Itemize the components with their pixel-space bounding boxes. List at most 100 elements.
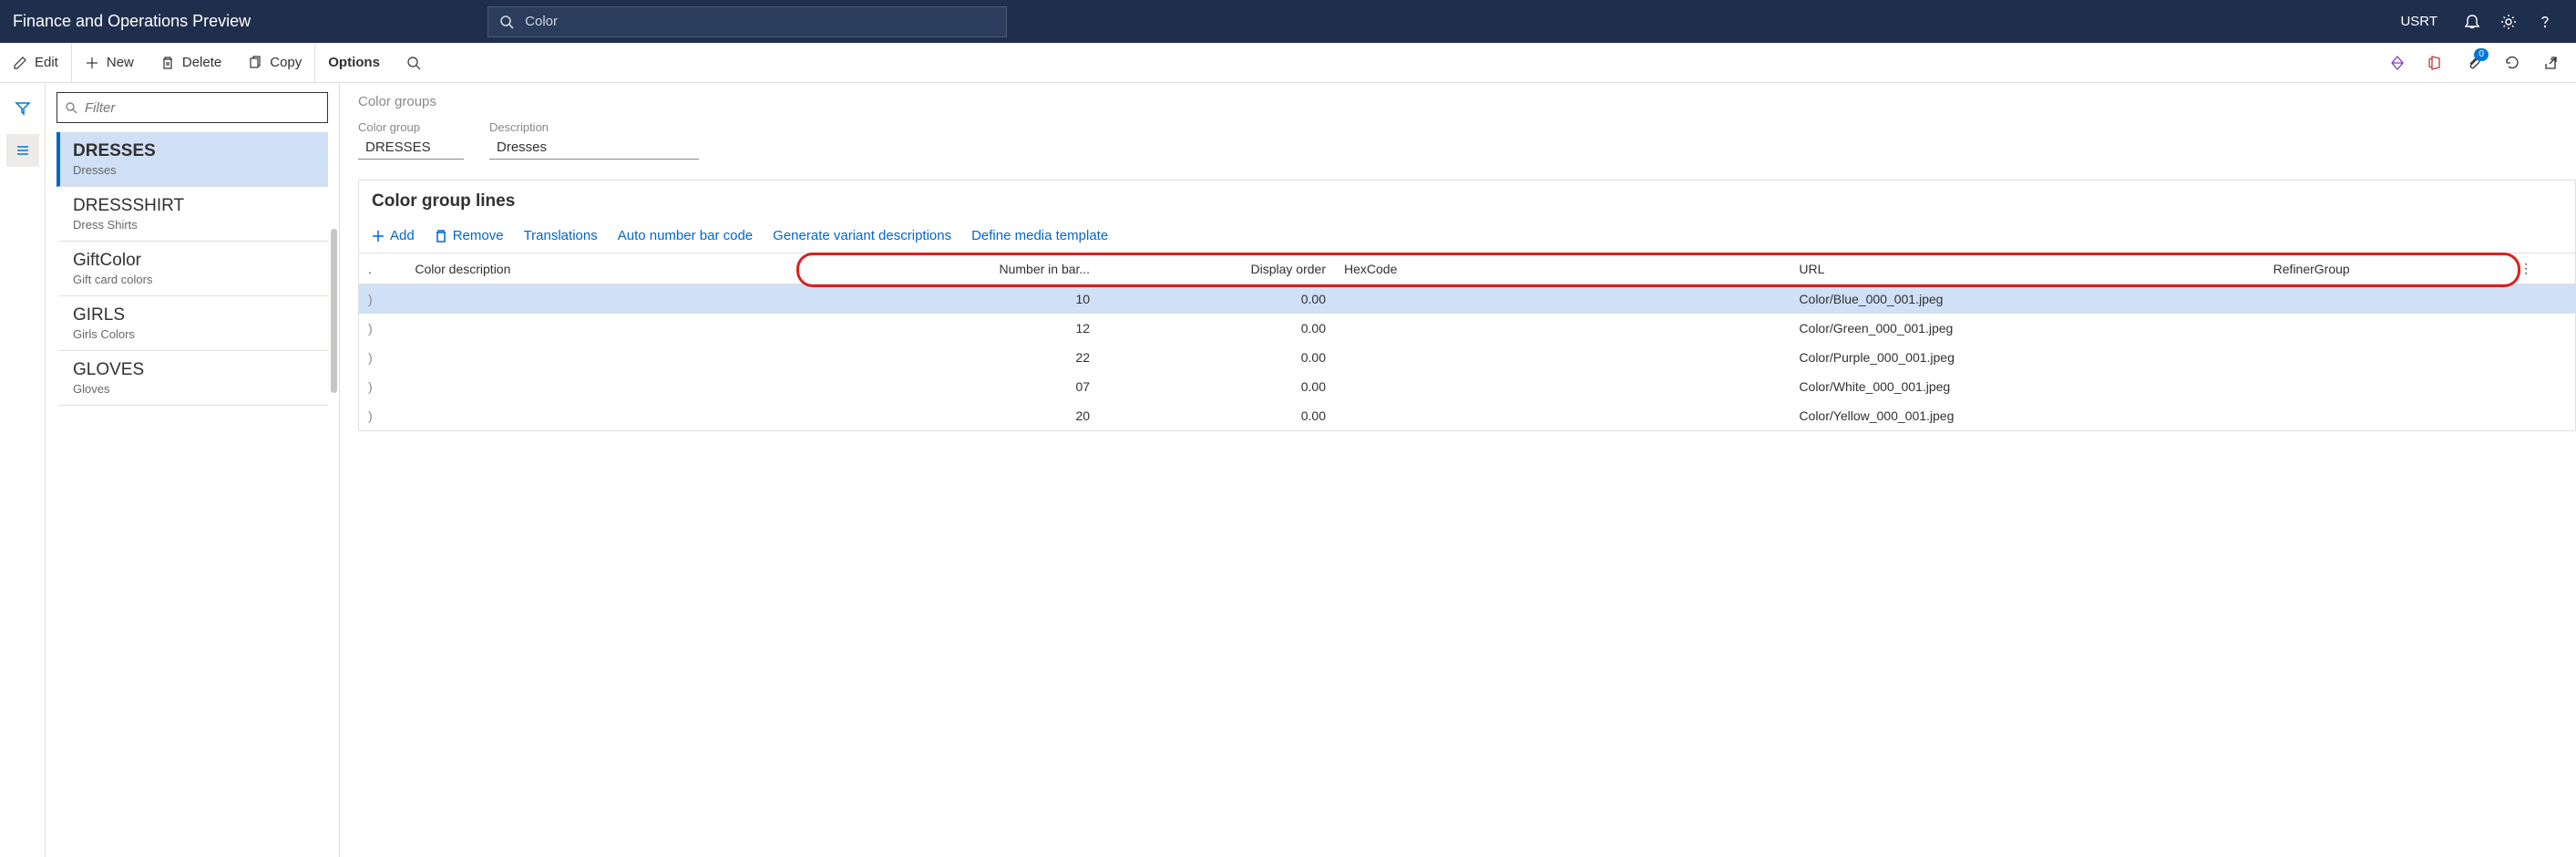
action-bar: Edit New Delete Copy Options 0 [0, 43, 2576, 83]
popout-button[interactable] [2540, 52, 2561, 74]
options-label: Options [328, 55, 380, 70]
cell-url[interactable]: Color/Blue_000_001.jpeg [1790, 284, 2263, 315]
color-group-field: Color group DRESSES [358, 120, 464, 160]
settings-button[interactable] [2490, 4, 2527, 40]
cell-number-in-bar[interactable]: 20 [880, 401, 1127, 430]
col-number-in-bar[interactable]: Number in bar... [880, 253, 1127, 284]
table-row[interactable]: )220.00Color/Purple_000_001.jpeg [359, 343, 2575, 372]
translations-label: Translations [524, 228, 598, 243]
attachments-button[interactable]: 0 [2463, 52, 2485, 74]
cell-color-desc[interactable] [405, 314, 879, 343]
global-search[interactable]: Color [487, 6, 1007, 37]
cell-url[interactable]: Color/Purple_000_001.jpeg [1790, 343, 2263, 372]
table-row[interactable]: )100.00Color/Blue_000_001.jpeg [359, 284, 2575, 315]
cell-refiner[interactable] [2264, 314, 2511, 343]
filter-input-wrap[interactable] [56, 92, 328, 123]
list-item[interactable]: GiftColorGift card colors [56, 242, 328, 296]
gear-icon [2500, 14, 2517, 30]
cell-hexcode[interactable] [1335, 401, 1790, 430]
copy-icon [248, 56, 262, 70]
cell-hexcode[interactable] [1335, 284, 1790, 315]
help-icon [2537, 14, 2553, 30]
cell-color-desc[interactable] [405, 343, 879, 372]
list-item-subtitle: Girls Colors [73, 327, 315, 341]
table-row[interactable]: ) 070.00 Color/White_000_001.jpeg [359, 372, 2575, 401]
cell-display-order[interactable]: 0.00 [1126, 314, 1335, 343]
cell-refiner[interactable] [2264, 284, 2511, 315]
col-url[interactable]: URL [1790, 253, 2263, 284]
cell-hexcode[interactable] [1335, 372, 1790, 401]
refresh-icon [2504, 55, 2520, 71]
list-item[interactable]: GIRLSGirls Colors [56, 296, 328, 351]
cell-number-in-bar[interactable]: 22 [880, 343, 1127, 372]
description-value[interactable]: Dresses [489, 136, 699, 160]
plus-icon [85, 56, 99, 70]
cell-color-desc[interactable] [405, 372, 879, 401]
filter-pane-button[interactable] [6, 92, 39, 125]
auto-number-button[interactable]: Auto number bar code [618, 228, 753, 243]
content-area: Color groups Color group DRESSES Descrip… [340, 83, 2576, 857]
add-line-button[interactable]: Add [372, 228, 415, 243]
cell-more [2510, 372, 2575, 401]
list-item[interactable]: DRESSSHIRTDress Shirts [56, 187, 328, 242]
list-item-title: DRESSES [73, 141, 315, 161]
delete-label: Delete [182, 55, 221, 70]
auto-number-label: Auto number bar code [618, 228, 753, 243]
refresh-button[interactable] [2501, 52, 2523, 74]
cell-color-desc[interactable] [405, 401, 879, 430]
list-item[interactable]: GLOVESGloves [56, 351, 328, 406]
define-media-label: Define media template [971, 228, 1108, 243]
cell-number-in-bar[interactable]: 12 [880, 314, 1127, 343]
copy-button[interactable]: Copy [235, 43, 315, 82]
user-label[interactable]: USRT [2400, 14, 2437, 29]
notifications-button[interactable] [2454, 4, 2490, 40]
cell-display-order[interactable]: 0.00 [1126, 401, 1335, 430]
dataverse-button[interactable] [2386, 52, 2408, 74]
delete-button[interactable]: Delete [148, 43, 235, 82]
translations-button[interactable]: Translations [524, 228, 598, 243]
define-media-button[interactable]: Define media template [971, 228, 1108, 243]
cell-hexcode[interactable] [1335, 343, 1790, 372]
options-button[interactable]: Options [315, 43, 394, 82]
cell-number-in-bar[interactable]: 07 [880, 372, 1127, 401]
list-item[interactable]: DRESSESDresses [56, 132, 328, 187]
description-field: Description Dresses [489, 120, 699, 160]
list-icon [15, 142, 31, 159]
cell-refiner[interactable] [2264, 343, 2511, 372]
cell-url[interactable]: Color/Yellow_000_001.jpeg [1790, 401, 2263, 430]
row-marker: ) [359, 372, 405, 401]
search-command-button[interactable] [394, 43, 442, 82]
cell-display-order[interactable]: 0.00 [1126, 284, 1335, 315]
filter-input[interactable] [85, 100, 320, 116]
office-button[interactable] [2425, 52, 2447, 74]
cell-refiner[interactable] [2264, 401, 2511, 430]
col-refiner[interactable]: RefinerGroup [2264, 253, 2511, 284]
col-color-desc[interactable]: Color description [405, 253, 879, 284]
cell-number-in-bar[interactable]: 10 [880, 284, 1127, 315]
cell-color-desc[interactable] [405, 284, 879, 315]
list-item-subtitle: Gloves [73, 382, 315, 396]
new-label: New [107, 55, 134, 70]
cell-display-order[interactable]: 0.00 [1126, 343, 1335, 372]
edit-button[interactable]: Edit [0, 43, 72, 82]
help-button[interactable] [2527, 4, 2563, 40]
scrollbar[interactable] [331, 229, 337, 393]
remove-label: Remove [453, 228, 504, 243]
remove-line-button[interactable]: Remove [435, 228, 504, 243]
cell-more [2510, 314, 2575, 343]
cell-hexcode[interactable] [1335, 314, 1790, 343]
cell-url[interactable]: Color/White_000_001.jpeg [1790, 372, 2263, 401]
new-button[interactable]: New [72, 43, 148, 82]
list-pane-button[interactable] [6, 134, 39, 167]
table-row[interactable]: )200.00Color/Yellow_000_001.jpeg [359, 401, 2575, 430]
col-display-order[interactable]: Display order [1126, 253, 1335, 284]
generate-variants-button[interactable]: Generate variant descriptions [773, 228, 951, 243]
cell-refiner[interactable] [2264, 372, 2511, 401]
more-columns-button[interactable]: ⋮ [2510, 253, 2575, 284]
cell-display-order[interactable]: 0.00 [1126, 372, 1335, 401]
funnel-icon [15, 100, 31, 117]
color-group-value[interactable]: DRESSES [358, 136, 464, 160]
cell-url[interactable]: Color/Green_000_001.jpeg [1790, 314, 2263, 343]
col-hexcode[interactable]: HexCode [1335, 253, 1790, 284]
table-row[interactable]: )120.00Color/Green_000_001.jpeg [359, 314, 2575, 343]
